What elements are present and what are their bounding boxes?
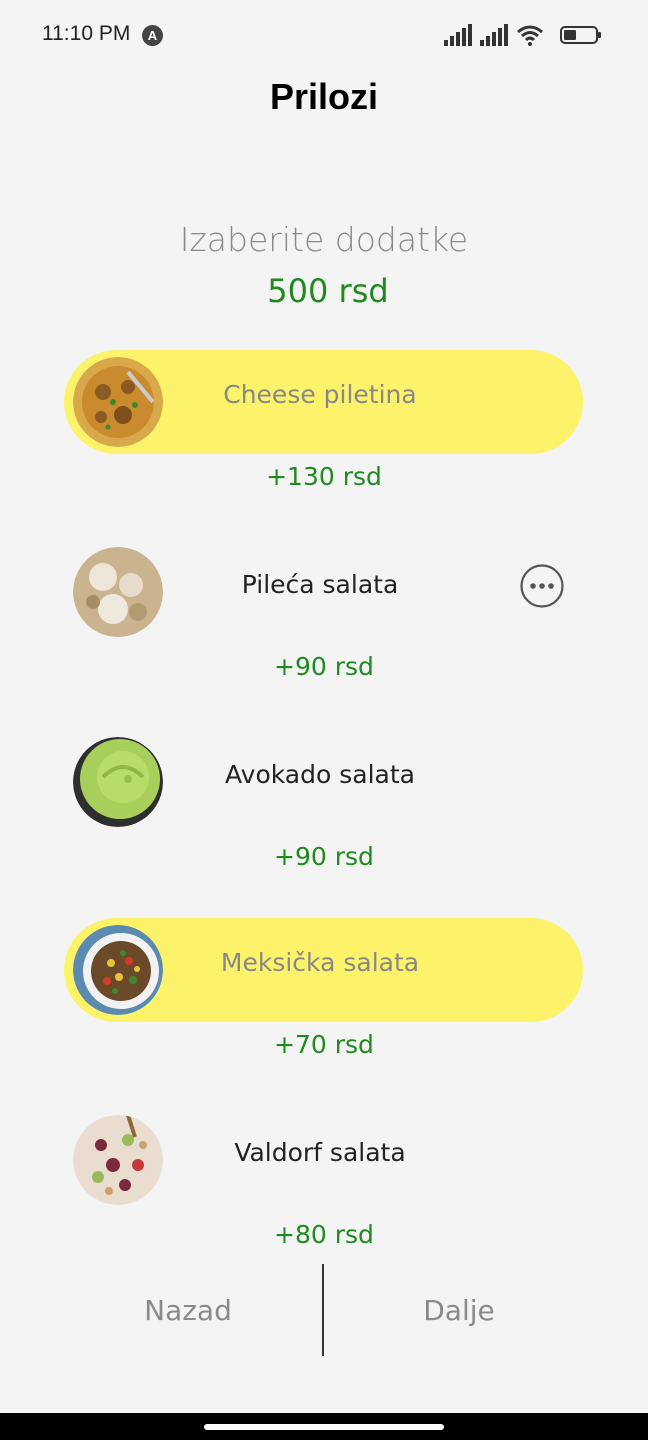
more-horizontal-icon [520, 564, 564, 608]
back-button[interactable]: Nazad [88, 1294, 288, 1327]
list-item[interactable]: Valdorf salata +80 rsd [0, 1108, 648, 1268]
chicken-salad-photo [73, 547, 163, 637]
nav-divider [322, 1264, 324, 1356]
system-navigation-bar [0, 1413, 648, 1440]
more-options-button[interactable] [520, 564, 564, 608]
list-item[interactable]: Cheese piletina +130 rsd [0, 350, 648, 510]
item-price: +130 rsd [266, 462, 382, 491]
list-item[interactable]: Meksička salata +70 rsd [0, 918, 648, 1078]
bottom-navigation: Nazad Dalje [0, 1264, 648, 1356]
status-bar: 11:10 PM A 41 [0, 0, 648, 72]
item-price: +80 rsd [274, 1220, 374, 1249]
status-time: 11:10 PM [42, 22, 131, 45]
item-name: Meksička salata [220, 948, 420, 977]
next-button[interactable]: Dalje [359, 1294, 559, 1327]
signal-icon-2 [480, 24, 508, 46]
list-item[interactable]: Avokado salata +90 rsd [0, 730, 648, 890]
chicken-curry-photo [73, 357, 163, 447]
subtitle: Izaberite dodatke [179, 220, 469, 259]
item-name: Valdorf salata [234, 1138, 406, 1167]
avocado-salad-photo [73, 737, 163, 827]
item-name: Cheese piletina [223, 380, 417, 409]
base-price: 500 rsd [267, 272, 389, 310]
page-title: Prilozi [269, 76, 379, 117]
home-indicator[interactable] [204, 1424, 444, 1430]
item-price: +70 rsd [274, 1030, 374, 1059]
app-notification-icon: A [142, 25, 163, 46]
item-price: +90 rsd [274, 842, 374, 871]
status-icons: 41 [444, 24, 604, 48]
wifi-icon [517, 25, 543, 46]
item-price: +90 rsd [274, 652, 374, 681]
item-name: Avokado salata [225, 760, 415, 789]
waldorf-salad-photo [73, 1115, 163, 1205]
signal-icon [444, 24, 472, 46]
mexican-salad-photo [73, 925, 163, 1015]
battery-icon [560, 26, 601, 44]
item-name: Pileća salata [241, 570, 399, 599]
list-item[interactable]: Pileća salata +90 rsd [0, 540, 648, 700]
